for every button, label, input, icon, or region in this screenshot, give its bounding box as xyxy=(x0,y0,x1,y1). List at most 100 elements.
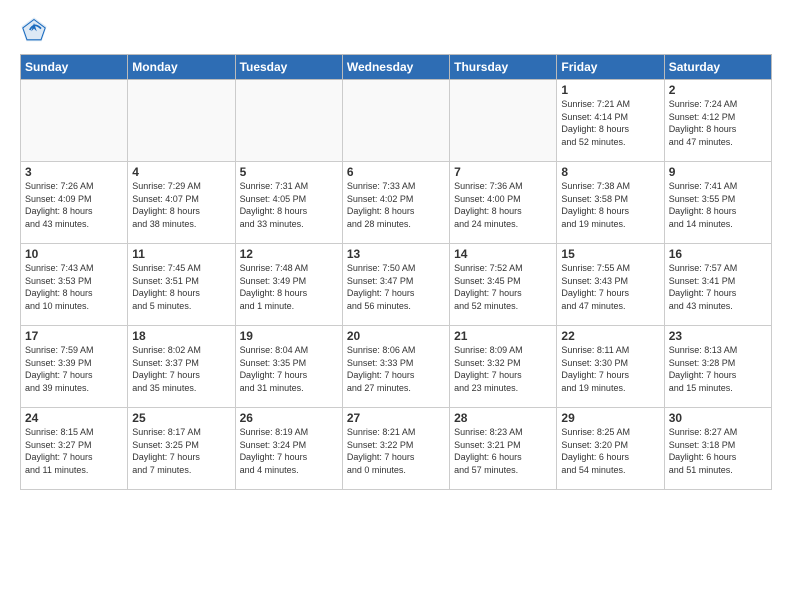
day-info: Sunrise: 7:38 AM Sunset: 3:58 PM Dayligh… xyxy=(561,180,659,230)
week-row-3: 17Sunrise: 7:59 AM Sunset: 3:39 PM Dayli… xyxy=(21,326,772,408)
day-info: Sunrise: 7:21 AM Sunset: 4:14 PM Dayligh… xyxy=(561,98,659,148)
header-row: SundayMondayTuesdayWednesdayThursdayFrid… xyxy=(21,55,772,80)
calendar-cell: 6Sunrise: 7:33 AM Sunset: 4:02 PM Daylig… xyxy=(342,162,449,244)
week-row-1: 3Sunrise: 7:26 AM Sunset: 4:09 PM Daylig… xyxy=(21,162,772,244)
day-info: Sunrise: 8:15 AM Sunset: 3:27 PM Dayligh… xyxy=(25,426,123,476)
calendar-cell: 28Sunrise: 8:23 AM Sunset: 3:21 PM Dayli… xyxy=(450,408,557,490)
day-number: 19 xyxy=(240,329,338,343)
day-info: Sunrise: 7:43 AM Sunset: 3:53 PM Dayligh… xyxy=(25,262,123,312)
day-number: 20 xyxy=(347,329,445,343)
calendar-cell: 25Sunrise: 8:17 AM Sunset: 3:25 PM Dayli… xyxy=(128,408,235,490)
day-number: 23 xyxy=(669,329,767,343)
calendar-cell: 24Sunrise: 8:15 AM Sunset: 3:27 PM Dayli… xyxy=(21,408,128,490)
calendar: SundayMondayTuesdayWednesdayThursdayFrid… xyxy=(20,54,772,490)
header xyxy=(20,16,772,44)
day-info: Sunrise: 8:09 AM Sunset: 3:32 PM Dayligh… xyxy=(454,344,552,394)
day-info: Sunrise: 7:41 AM Sunset: 3:55 PM Dayligh… xyxy=(669,180,767,230)
calendar-cell: 1Sunrise: 7:21 AM Sunset: 4:14 PM Daylig… xyxy=(557,80,664,162)
col-header-sunday: Sunday xyxy=(21,55,128,80)
day-info: Sunrise: 8:21 AM Sunset: 3:22 PM Dayligh… xyxy=(347,426,445,476)
day-info: Sunrise: 7:24 AM Sunset: 4:12 PM Dayligh… xyxy=(669,98,767,148)
day-info: Sunrise: 7:50 AM Sunset: 3:47 PM Dayligh… xyxy=(347,262,445,312)
day-number: 25 xyxy=(132,411,230,425)
calendar-cell: 30Sunrise: 8:27 AM Sunset: 3:18 PM Dayli… xyxy=(664,408,771,490)
col-header-monday: Monday xyxy=(128,55,235,80)
col-header-wednesday: Wednesday xyxy=(342,55,449,80)
week-row-4: 24Sunrise: 8:15 AM Sunset: 3:27 PM Dayli… xyxy=(21,408,772,490)
logo xyxy=(20,16,52,44)
day-number: 11 xyxy=(132,247,230,261)
day-number: 17 xyxy=(25,329,123,343)
calendar-cell: 9Sunrise: 7:41 AM Sunset: 3:55 PM Daylig… xyxy=(664,162,771,244)
calendar-cell xyxy=(235,80,342,162)
day-number: 10 xyxy=(25,247,123,261)
day-info: Sunrise: 8:17 AM Sunset: 3:25 PM Dayligh… xyxy=(132,426,230,476)
calendar-cell: 2Sunrise: 7:24 AM Sunset: 4:12 PM Daylig… xyxy=(664,80,771,162)
page: SundayMondayTuesdayWednesdayThursdayFrid… xyxy=(0,0,792,612)
day-info: Sunrise: 7:45 AM Sunset: 3:51 PM Dayligh… xyxy=(132,262,230,312)
col-header-friday: Friday xyxy=(557,55,664,80)
calendar-cell: 27Sunrise: 8:21 AM Sunset: 3:22 PM Dayli… xyxy=(342,408,449,490)
calendar-cell xyxy=(21,80,128,162)
day-info: Sunrise: 8:04 AM Sunset: 3:35 PM Dayligh… xyxy=(240,344,338,394)
day-info: Sunrise: 7:26 AM Sunset: 4:09 PM Dayligh… xyxy=(25,180,123,230)
calendar-cell: 29Sunrise: 8:25 AM Sunset: 3:20 PM Dayli… xyxy=(557,408,664,490)
day-number: 16 xyxy=(669,247,767,261)
day-number: 22 xyxy=(561,329,659,343)
day-number: 8 xyxy=(561,165,659,179)
day-info: Sunrise: 7:57 AM Sunset: 3:41 PM Dayligh… xyxy=(669,262,767,312)
calendar-cell: 8Sunrise: 7:38 AM Sunset: 3:58 PM Daylig… xyxy=(557,162,664,244)
calendar-cell: 18Sunrise: 8:02 AM Sunset: 3:37 PM Dayli… xyxy=(128,326,235,408)
day-number: 28 xyxy=(454,411,552,425)
day-number: 9 xyxy=(669,165,767,179)
day-info: Sunrise: 7:48 AM Sunset: 3:49 PM Dayligh… xyxy=(240,262,338,312)
logo-icon xyxy=(20,16,48,44)
calendar-cell: 20Sunrise: 8:06 AM Sunset: 3:33 PM Dayli… xyxy=(342,326,449,408)
day-number: 18 xyxy=(132,329,230,343)
calendar-cell xyxy=(342,80,449,162)
day-info: Sunrise: 8:19 AM Sunset: 3:24 PM Dayligh… xyxy=(240,426,338,476)
calendar-cell: 5Sunrise: 7:31 AM Sunset: 4:05 PM Daylig… xyxy=(235,162,342,244)
week-row-2: 10Sunrise: 7:43 AM Sunset: 3:53 PM Dayli… xyxy=(21,244,772,326)
calendar-cell: 19Sunrise: 8:04 AM Sunset: 3:35 PM Dayli… xyxy=(235,326,342,408)
calendar-cell: 4Sunrise: 7:29 AM Sunset: 4:07 PM Daylig… xyxy=(128,162,235,244)
calendar-cell: 16Sunrise: 7:57 AM Sunset: 3:41 PM Dayli… xyxy=(664,244,771,326)
calendar-cell: 17Sunrise: 7:59 AM Sunset: 3:39 PM Dayli… xyxy=(21,326,128,408)
day-number: 13 xyxy=(347,247,445,261)
day-number: 3 xyxy=(25,165,123,179)
day-info: Sunrise: 7:55 AM Sunset: 3:43 PM Dayligh… xyxy=(561,262,659,312)
day-info: Sunrise: 8:13 AM Sunset: 3:28 PM Dayligh… xyxy=(669,344,767,394)
calendar-cell xyxy=(128,80,235,162)
calendar-cell: 3Sunrise: 7:26 AM Sunset: 4:09 PM Daylig… xyxy=(21,162,128,244)
calendar-cell: 10Sunrise: 7:43 AM Sunset: 3:53 PM Dayli… xyxy=(21,244,128,326)
day-info: Sunrise: 7:59 AM Sunset: 3:39 PM Dayligh… xyxy=(25,344,123,394)
day-number: 7 xyxy=(454,165,552,179)
col-header-saturday: Saturday xyxy=(664,55,771,80)
day-number: 5 xyxy=(240,165,338,179)
day-number: 14 xyxy=(454,247,552,261)
calendar-cell: 13Sunrise: 7:50 AM Sunset: 3:47 PM Dayli… xyxy=(342,244,449,326)
day-number: 1 xyxy=(561,83,659,97)
calendar-cell: 15Sunrise: 7:55 AM Sunset: 3:43 PM Dayli… xyxy=(557,244,664,326)
calendar-cell: 22Sunrise: 8:11 AM Sunset: 3:30 PM Dayli… xyxy=(557,326,664,408)
day-info: Sunrise: 7:29 AM Sunset: 4:07 PM Dayligh… xyxy=(132,180,230,230)
week-row-0: 1Sunrise: 7:21 AM Sunset: 4:14 PM Daylig… xyxy=(21,80,772,162)
day-info: Sunrise: 8:25 AM Sunset: 3:20 PM Dayligh… xyxy=(561,426,659,476)
calendar-cell: 26Sunrise: 8:19 AM Sunset: 3:24 PM Dayli… xyxy=(235,408,342,490)
calendar-cell: 21Sunrise: 8:09 AM Sunset: 3:32 PM Dayli… xyxy=(450,326,557,408)
day-info: Sunrise: 7:31 AM Sunset: 4:05 PM Dayligh… xyxy=(240,180,338,230)
col-header-thursday: Thursday xyxy=(450,55,557,80)
calendar-cell: 14Sunrise: 7:52 AM Sunset: 3:45 PM Dayli… xyxy=(450,244,557,326)
day-number: 30 xyxy=(669,411,767,425)
calendar-cell: 23Sunrise: 8:13 AM Sunset: 3:28 PM Dayli… xyxy=(664,326,771,408)
day-info: Sunrise: 7:52 AM Sunset: 3:45 PM Dayligh… xyxy=(454,262,552,312)
day-number: 4 xyxy=(132,165,230,179)
calendar-cell: 11Sunrise: 7:45 AM Sunset: 3:51 PM Dayli… xyxy=(128,244,235,326)
day-number: 2 xyxy=(669,83,767,97)
calendar-cell: 12Sunrise: 7:48 AM Sunset: 3:49 PM Dayli… xyxy=(235,244,342,326)
day-number: 27 xyxy=(347,411,445,425)
day-number: 21 xyxy=(454,329,552,343)
day-number: 6 xyxy=(347,165,445,179)
day-number: 15 xyxy=(561,247,659,261)
day-info: Sunrise: 8:23 AM Sunset: 3:21 PM Dayligh… xyxy=(454,426,552,476)
